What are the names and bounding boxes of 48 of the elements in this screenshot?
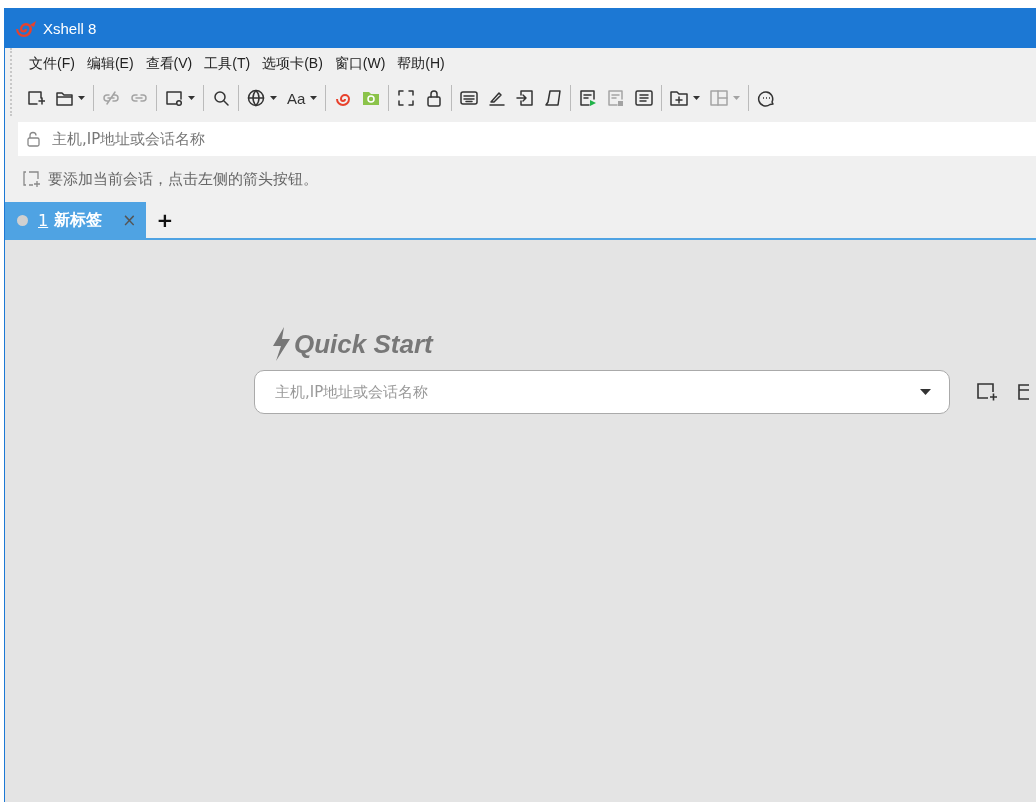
lock-icon [26, 131, 42, 147]
script-play-icon [579, 89, 598, 107]
enter-icon [516, 89, 535, 107]
dropdown-caret-icon [920, 389, 931, 395]
address-bar[interactable]: 主机,IP地址或会话名称 [18, 122, 1036, 156]
layout-icon [710, 89, 729, 107]
menu-item[interactable]: 帮助(H) [392, 53, 450, 75]
lock-icon [425, 89, 444, 107]
menu-item[interactable]: 编辑(E) [81, 53, 139, 75]
tab-number: 1 [38, 210, 49, 230]
host-field[interactable]: 主机,IP地址或会话名称 [273, 382, 920, 402]
font-button[interactable]: Aa [282, 86, 323, 110]
new-session-icon[interactable] [976, 382, 998, 402]
chat-icon [757, 89, 776, 107]
new-tab-button[interactable]: + [146, 208, 184, 232]
app-logo-icon [15, 19, 37, 37]
quick-start-title: Quick Start [294, 328, 433, 360]
scroll-icon [544, 89, 563, 107]
menu-item[interactable]: 选项卡(B) [257, 53, 328, 75]
caret-icon [310, 96, 318, 100]
address-field[interactable]: 主机,IP地址或会话名称 [50, 129, 1036, 149]
tab-label: 新标签 [54, 209, 103, 231]
pen-icon [488, 89, 507, 107]
menu-item[interactable]: 查看(V) [140, 53, 198, 75]
gear-window-icon [165, 89, 183, 107]
caret-icon [733, 96, 741, 100]
globe-icon [247, 89, 265, 107]
host-combo-box[interactable]: 主机,IP地址或会话名称 [254, 370, 950, 414]
keyboard-icon [460, 89, 479, 107]
add-session-icon [22, 170, 42, 188]
caret-icon [188, 96, 195, 100]
new-session-icon [27, 89, 45, 107]
document-icon [635, 89, 654, 107]
folder-plus-icon [670, 89, 689, 107]
hint-text: 要添加当前会话，点击左侧的箭头按钮。 [48, 169, 318, 189]
menu-item[interactable]: 工具(T) [199, 53, 256, 75]
script-stop-icon [607, 89, 626, 107]
caret-icon [693, 96, 701, 100]
caret-icon [78, 96, 85, 100]
lightning-icon [270, 326, 292, 362]
file-transfer-icon [362, 89, 381, 107]
fullscreen-icon [397, 89, 416, 107]
unlink-icon [102, 89, 120, 107]
caret-icon [270, 96, 277, 100]
menu-item[interactable]: 窗口(W) [329, 53, 391, 75]
window-title: Xshell 8 [43, 19, 97, 37]
menu-item[interactable]: 文件(F) [24, 53, 80, 75]
search-icon [212, 89, 230, 107]
